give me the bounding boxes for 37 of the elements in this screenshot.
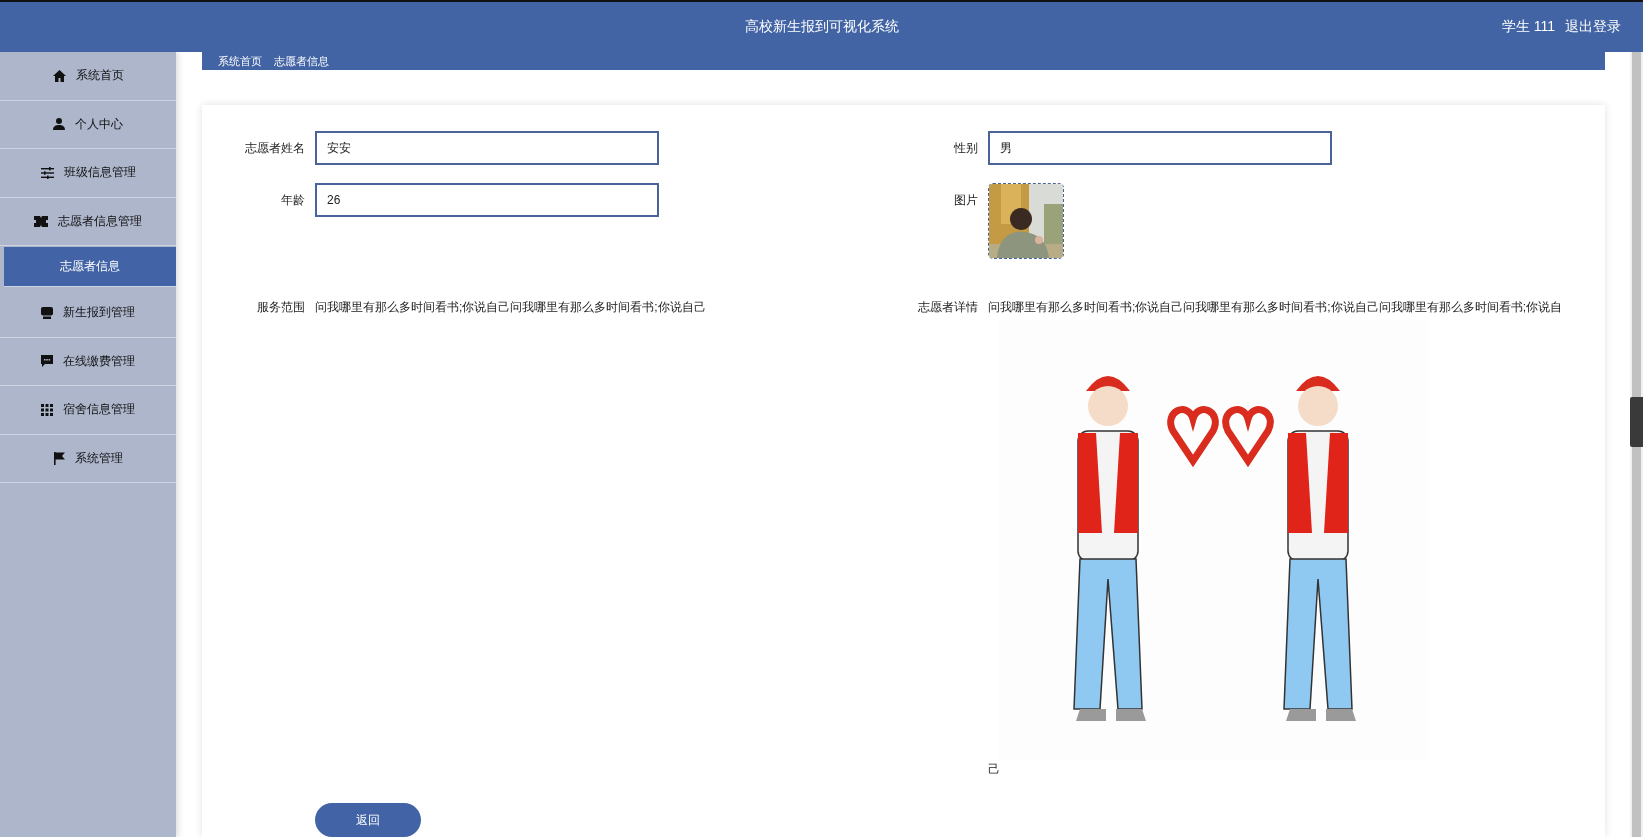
sidebar-item[interactable]: 个人中心 [0, 100, 176, 149]
sidebar-item[interactable]: 系统管理 [0, 434, 176, 483]
field-label: 服务范围 [256, 299, 305, 315]
flag-icon [53, 451, 65, 465]
monitor-icon [41, 306, 53, 319]
field-text: 问我哪里有那么多时间看书;你说自己问我哪里有那么多时间看书;你说自己问我哪里有那么多时间看书;你说自 [988, 299, 1562, 315]
grid-icon [41, 403, 53, 416]
sidebar-item[interactable]: 志愿者信息管理 [0, 197, 176, 246]
input-field[interactable]: 安安 [315, 131, 659, 165]
sliders-icon [40, 166, 54, 179]
app-title: 高校新生报到可视化系统 [744, 18, 899, 36]
field-text: 问我哪里有那么多时间看书;你说自己问我哪里有那么多时间看书;你说自己 [315, 299, 706, 315]
scrollbar-thumb[interactable] [1632, 52, 1641, 837]
user-icon [53, 118, 65, 131]
sidebar-item[interactable]: 班级信息管理 [0, 149, 176, 198]
field-text: 己 [988, 761, 1001, 777]
breadcrumb-link[interactable]: 志愿者信息 [274, 53, 329, 69]
side-handle[interactable] [1630, 397, 1643, 447]
field-label: 志愿者详情 [917, 299, 978, 315]
ticket-icon [34, 215, 48, 227]
input-field[interactable]: 26 [315, 183, 659, 217]
home-icon [52, 69, 66, 82]
sidebar-item[interactable]: 宿舍信息管理 [0, 386, 176, 435]
input-field[interactable]: 男 [988, 131, 1332, 165]
field-label: 年龄 [280, 192, 305, 209]
back-button[interactable]: 返回 [315, 803, 421, 837]
user-name: 学生 111 [1501, 18, 1555, 36]
sidebar-subitem[interactable]: 志愿者信息 [4, 247, 176, 287]
sidebar-item[interactable]: 新生报到管理 [0, 289, 176, 338]
breadcrumb-link[interactable]: 系统首页 [218, 53, 262, 69]
sidebar-item[interactable]: 在线缴费管理 [0, 337, 176, 386]
field-label: 志愿者姓名 [244, 140, 305, 157]
sidebar-item[interactable]: 系统首页 [0, 52, 176, 101]
field-label: 图片 [953, 192, 978, 209]
logout-link[interactable]: 退出登录 [1565, 18, 1621, 36]
field-label: 性别 [953, 140, 978, 157]
chat-icon [41, 355, 53, 368]
